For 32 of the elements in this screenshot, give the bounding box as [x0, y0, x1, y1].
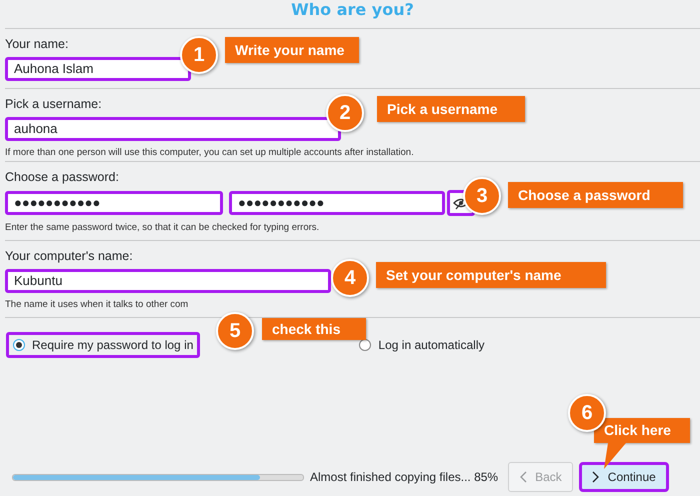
callout-label: Pick a username [377, 96, 525, 122]
input-field[interactable]: auhona [5, 117, 341, 141]
input-field[interactable]: Auhona Islam [5, 57, 191, 81]
step-number: 6 [568, 394, 606, 432]
input-field[interactable]: Kubuntu [5, 269, 331, 293]
callout-label: Choose a password [508, 182, 683, 208]
continue-button[interactable]: Continue [578, 462, 669, 492]
field-label: Pick a username: [5, 97, 102, 111]
step-number: 3 [463, 177, 501, 215]
step-number: 5 [216, 312, 254, 350]
progress-text: Almost finished copying files... 85% [310, 470, 498, 484]
chevron-right-icon [592, 471, 600, 483]
input-field[interactable]: ●●●●●●●●●●● [229, 191, 445, 215]
chevron-left-icon [519, 471, 528, 483]
radio-button[interactable] [13, 339, 25, 351]
step-number: 1 [180, 36, 218, 74]
callout-label: check this [262, 318, 366, 340]
step-number: 2 [326, 94, 364, 132]
hint-text: If more than one person will use this computer, you can set up multiple accounts after installation. [5, 147, 415, 158]
hint-text: The name it uses when it talks to other com [5, 299, 190, 310]
input-field[interactable]: ●●●●●●●●●●● [5, 191, 223, 215]
step-number: 4 [331, 259, 369, 297]
field-label: Your name: [5, 37, 68, 51]
callout-label: Set your computer's name [376, 262, 606, 288]
callout-tail [604, 443, 626, 469]
hint-text: Enter the same password twice, so that it can be checked for typing errors. [5, 222, 320, 233]
page-title: Who are you? [5, 0, 700, 29]
radio-option[interactable]: Require my password to log in [6, 332, 200, 358]
field-label: Choose a password: [5, 170, 119, 184]
callout-label: Write your name [225, 37, 359, 63]
field-label: Your computer's name: [5, 249, 133, 263]
radio-button[interactable] [359, 339, 372, 351]
